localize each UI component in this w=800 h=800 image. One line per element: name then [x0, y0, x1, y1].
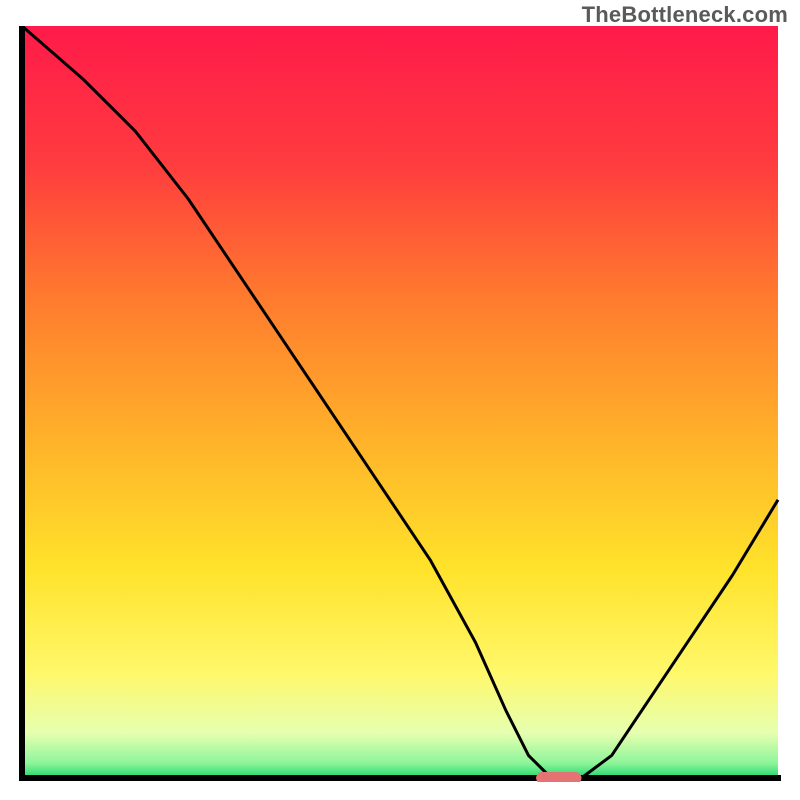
chart-background [22, 26, 778, 778]
plot-area [18, 26, 782, 782]
watermark-text: TheBottleneck.com [582, 2, 788, 28]
chart-container: TheBottleneck.com [0, 0, 800, 800]
optimal-marker [536, 772, 581, 782]
chart-svg [18, 26, 782, 782]
